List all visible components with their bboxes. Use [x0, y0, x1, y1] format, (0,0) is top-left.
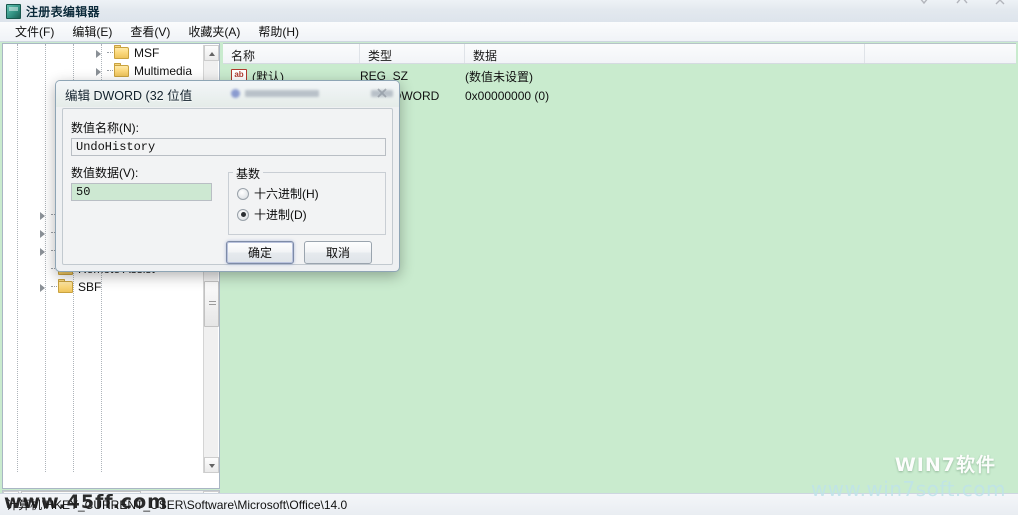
expand-arrow-icon[interactable]	[37, 228, 48, 239]
radio-hexadecimal-icon[interactable]	[237, 187, 249, 200]
expand-arrow-icon[interactable]	[93, 66, 104, 77]
column-header-type[interactable]: 类型	[360, 44, 465, 63]
titlebar: 注册表编辑器	[0, 0, 1018, 22]
scroll-up-arrow-icon[interactable]	[204, 45, 219, 61]
radio-hexadecimal[interactable]: 十六进制(H)	[237, 185, 319, 202]
value-name-label: 数值名称(N):	[71, 121, 139, 135]
minimize-icon[interactable]	[916, 0, 932, 8]
registry-editor-icon	[5, 3, 21, 19]
value-data: (数值未设置)	[465, 69, 533, 84]
radio-decimal-icon[interactable]	[237, 208, 249, 221]
menu-file[interactable]: 文件(F)	[6, 21, 63, 42]
ok-button[interactable]: 确定	[226, 241, 294, 264]
tree-node-label: MSF	[134, 46, 160, 60]
expand-arrow-icon[interactable]	[37, 210, 48, 221]
value-data-label: 数值数据(V):	[71, 166, 139, 180]
tree-node-label: Multimedia	[134, 64, 193, 78]
folder-icon	[114, 62, 130, 78]
tree-scroll-thumb[interactable]	[204, 281, 219, 327]
close-icon[interactable]	[992, 0, 1008, 8]
window-title: 注册表编辑器	[26, 4, 100, 19]
registry-editor-window: 注册表编辑器 文件(F) 编辑(E) 查看(V) 收藏夹(A) 帮助(H) MS…	[0, 0, 1018, 515]
dialog-title: 编辑 DWORD (32 位值	[65, 88, 193, 103]
expand-arrow-icon[interactable]	[93, 48, 104, 59]
folder-icon	[58, 278, 74, 294]
menu-view[interactable]: 查看(V)	[121, 21, 179, 42]
folder-icon	[114, 44, 130, 60]
tree-node[interactable]: MSF	[3, 44, 206, 62]
expand-arrow-icon[interactable]	[37, 246, 48, 257]
radio-decimal[interactable]: 十进制(D)	[237, 206, 307, 223]
value-data-input[interactable]	[71, 183, 212, 201]
radio-decimal-label: 十进制(D)	[254, 208, 307, 222]
radio-hexadecimal-label: 十六进制(H)	[254, 187, 319, 201]
tree-node-label: SBF	[78, 280, 102, 294]
tree-connector	[105, 62, 114, 80]
column-header-data[interactable]: 数据	[465, 44, 865, 63]
tree-node-spacer	[37, 264, 48, 275]
window-controls	[916, 0, 1008, 8]
expand-arrow-icon[interactable]	[37, 282, 48, 293]
cancel-button[interactable]: 取消	[304, 241, 372, 264]
tree-connector	[49, 278, 58, 296]
tree-node[interactable]: SBF	[3, 278, 206, 296]
tree-connector	[105, 44, 114, 62]
value-data: 0x00000000 (0)	[465, 89, 550, 103]
value-name-input[interactable]	[71, 138, 386, 156]
scroll-down-arrow-icon[interactable]	[204, 457, 219, 473]
edit-dword-dialog[interactable]: 编辑 DWORD (32 位值 数值名称(N): 数值数据(V): 基数 十六进…	[55, 80, 400, 272]
menubar: 文件(F) 编辑(E) 查看(V) 收藏夹(A) 帮助(H)	[0, 22, 1018, 42]
glass-background-ghost	[231, 85, 396, 103]
maximize-icon[interactable]	[954, 0, 970, 8]
statusbar: 计算机\HKEY_CURRENT_USER\Software\Microsoft…	[0, 493, 1018, 515]
column-header-name[interactable]: 名称	[223, 44, 360, 63]
values-list-header: 名称 类型 数据	[223, 44, 1016, 64]
dialog-titlebar: 编辑 DWORD (32 位值	[56, 81, 399, 107]
menu-help[interactable]: 帮助(H)	[249, 21, 308, 42]
registry-path: 计算机\HKEY_CURRENT_USER\Software\Microsoft…	[6, 498, 348, 512]
radix-group-label: 基数	[233, 165, 264, 182]
menu-edit[interactable]: 编辑(E)	[63, 21, 121, 42]
menu-favorites[interactable]: 收藏夹(A)	[179, 21, 249, 42]
tree-node[interactable]: Multimedia	[3, 62, 206, 80]
dialog-body: 数值名称(N): 数值数据(V): 基数 十六进制(H) 十进制(D) 确定 取…	[62, 108, 393, 265]
